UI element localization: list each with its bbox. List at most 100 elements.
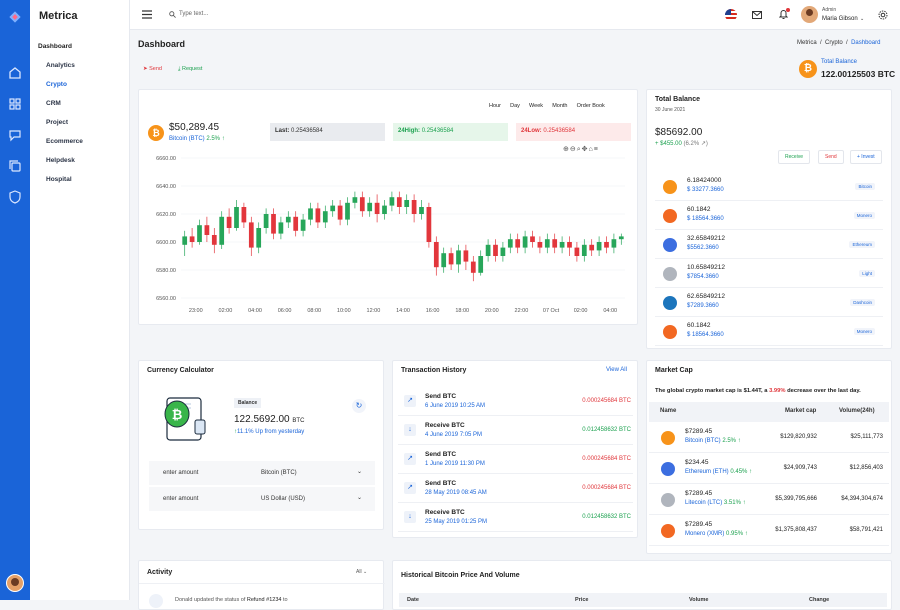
home-icon[interactable] [8,66,22,80]
calculator-change: ↑11.1% Up from yesterday [234,429,305,435]
amount-input[interactable]: enter amount [163,470,198,476]
market-row[interactable]: $7289.45 Monero (XMR) 0.95% ↑ $1,375,808,4… [649,516,889,546]
x-tick-label: 02:00 [574,308,588,314]
search-icon [169,11,176,18]
currency-select[interactable]: Bitcoin (BTC) [261,470,297,476]
y-tick-label: 6620.00 [156,212,176,218]
search-input[interactable]: Type text... [179,11,208,17]
balance-badge: Balance [234,398,262,408]
asset-value: $7854.3660 [687,274,719,280]
transaction-row[interactable]: ↗ Send BTC 1 June 2019 11:30 PM 0.000245684… [398,445,633,474]
breadcrumb-item[interactable]: Crypto [825,40,843,46]
tab-week[interactable]: Week [529,103,543,109]
col-market-cap[interactable]: Market cap [785,408,816,414]
chevron-down-icon[interactable]: ⌄ [357,468,362,475]
svg-text:₿: ₿ [172,407,183,422]
btc-coin-label: Bitcoin (BTC) 2.5% ↑ [169,136,225,142]
candle [478,256,484,273]
market-volume: $4,394,304,674 [841,496,883,502]
col-date[interactable]: Date [407,597,419,603]
transaction-row[interactable]: ↗ Send BTC 6 June 2019 10:25 AM 0.000245684… [398,387,633,416]
sidebar-item-crm[interactable]: CRM [46,100,61,107]
asset-row[interactable]: 60.1842 $ 18564.3660 Monero [655,203,883,230]
transaction-row[interactable]: ↓ Receive BTC 25 May 2019 01:25 PM 0.012458… [398,503,633,532]
amount-row[interactable]: enter amount US Dollar (USD) ⌄ [149,487,375,511]
col-change[interactable]: Change [809,597,829,603]
tab-order-book[interactable]: Order Book [577,103,605,109]
market-row[interactable]: $7289.45 Bitcoin (BTC) 2.5% ↑ $129,820,932… [649,423,889,453]
transaction-amount: 0.012458632 BTC [582,427,631,433]
asset-row[interactable]: 10.65849212 $7854.3660 Light [655,261,883,288]
menu-icon[interactable] [142,10,152,19]
sidebar-item-crypto[interactable]: Crypto [46,81,67,88]
rail-avatar[interactable] [6,574,24,592]
tab-month[interactable]: Month [552,103,567,109]
amount-row[interactable]: enter amount Bitcoin (BTC) ⌄ [149,461,375,485]
gear-icon[interactable] [878,10,888,20]
amount-input[interactable]: enter amount [163,496,198,502]
shield-icon[interactable] [8,190,22,204]
asset-row[interactable]: 32.65849212 $5562.3660 Ethereum [655,232,883,259]
sidebar: Metrica Dashboard Analytics Crypto CRM P… [30,0,130,600]
sidebar-item-helpdesk[interactable]: Helpdesk [46,157,75,164]
activity-filter[interactable]: All ⌄ [356,569,367,575]
transaction-history-card: Transaction History View All ↗ Send BTC 6 … [392,360,638,538]
chat-icon[interactable] [8,128,22,142]
col-volume[interactable]: Volume(24h) [839,408,875,414]
candle [493,244,498,256]
apps-icon[interactable] [8,97,22,111]
chevron-down-icon[interactable]: ⌄ [860,16,864,22]
market-change: 0.45% [730,469,748,475]
transaction-row[interactable]: ↓ Receive BTC 4 June 2019 7:05 PM 0.0124586… [398,416,633,445]
user-name[interactable]: Maria Gibson [822,16,858,22]
total-balance-card: Total Balance 30 June 2021 $85692.00 + $… [646,89,892,349]
candle [537,242,543,248]
y-tick-label: 6660.00 [156,156,176,162]
invest-button[interactable]: + Invest [850,150,882,164]
asset-row[interactable]: 62.65849212 $7289.3660 Dashcoin [655,290,883,317]
asset-row[interactable]: 60.1842 $ 18564.3660 Monero [655,319,883,346]
transaction-type: Send BTC [425,451,457,458]
candle [248,222,254,248]
request-button[interactable]: ⤓ Request [178,66,202,73]
col-volume[interactable]: Volume [689,597,708,603]
sidebar-item-hospital[interactable]: Hospital [46,176,72,183]
asset-tag: Light [859,270,875,277]
transaction-date: 4 June 2019 7:05 PM [425,432,483,438]
transaction-date: 28 May 2019 08:45 AM [425,490,487,496]
transaction-date: 25 May 2019 01:25 PM [425,519,488,525]
chevron-down-icon[interactable]: ⌄ [357,494,362,501]
candle [352,197,358,203]
candle [500,247,506,256]
candle [374,202,380,214]
sidebar-section-title[interactable]: Dashboard [38,43,72,50]
tab-day[interactable]: Day [510,103,520,109]
send-button[interactable]: ➤ Send [143,66,162,72]
col-name[interactable]: Name [660,408,676,414]
sidebar-item-project[interactable]: Project [46,119,68,126]
brand-name: Metrica [39,10,78,22]
breadcrumb-item[interactable]: Metrica [797,40,817,46]
sidebar-item-ecommerce[interactable]: Ecommerce [46,138,83,145]
send-button[interactable]: Send [818,150,844,164]
receive-button[interactable]: Receive [778,150,811,164]
tab-hour[interactable]: Hour [489,103,501,109]
btc-price: $50,289.45 [169,122,220,133]
market-change: 0.95% [726,531,744,537]
view-all-link[interactable]: View All [606,367,627,373]
col-price[interactable]: Price [575,597,588,603]
currency-select[interactable]: US Dollar (USD) [261,496,305,502]
us-flag-icon[interactable] [725,9,737,21]
sidebar-item-analytics[interactable]: Analytics [46,62,75,69]
transaction-date: 1 June 2019 11:30 PM [425,461,485,467]
refresh-icon[interactable]: ↻ [352,399,366,413]
user-avatar[interactable] [801,6,818,23]
copy-icon[interactable] [8,159,22,173]
market-cap-title: Market Cap [655,367,693,374]
mail-icon[interactable] [752,11,762,19]
asset-row[interactable]: 6.18424000 $ 33277.3660 Bitcoin [655,174,883,201]
market-row[interactable]: $234.45 Ethereum (ETH) 0.45% ↑ $24,909,743… [649,454,889,484]
transaction-row[interactable]: ↗ Send BTC 28 May 2019 08:45 AM 0.000245684… [398,474,633,503]
x-tick-label: 07 Oct [543,308,560,314]
market-row[interactable]: $7289.45 Litecoin (LTC) 3.51% ↑ $5,399,795… [649,485,889,515]
